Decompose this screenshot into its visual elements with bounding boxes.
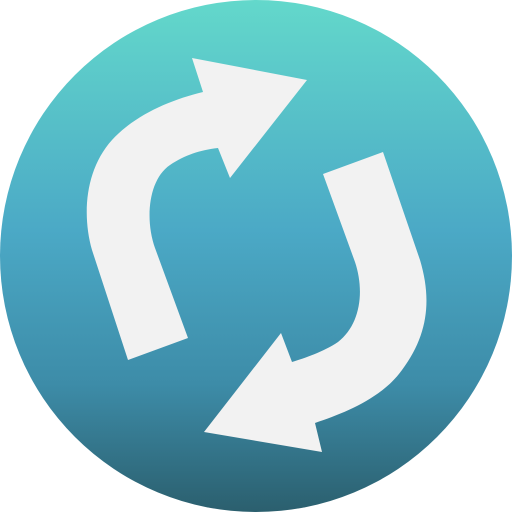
refresh-icon: [0, 0, 512, 512]
refresh-icon-badge[interactable]: [0, 0, 512, 512]
